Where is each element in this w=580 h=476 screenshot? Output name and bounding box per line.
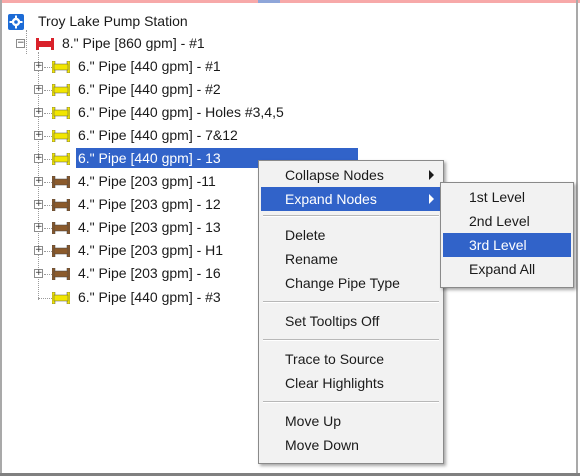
menu-item-collapse-nodes[interactable]: Collapse Nodes (261, 163, 441, 187)
tree-connector (44, 159, 52, 160)
tree-node-label: 6." Pipe [440 gpm] - #3 (78, 289, 221, 305)
tree-node-label: 4." Pipe [203 gpm] - 16 (78, 265, 221, 281)
menu-item-rename[interactable]: Rename (261, 247, 441, 271)
submenu-item-2nd-level[interactable]: 2nd Level (443, 209, 571, 233)
pipe-icon (52, 222, 70, 234)
tree-node-main-pipe-label: 8." Pipe [860 gpm] - #1 (62, 35, 205, 51)
pipe-icon (52, 107, 70, 119)
tree-node-label: 6." Pipe [440 gpm] - 7&12 (78, 127, 238, 143)
menu-item-expand-nodes[interactable]: Expand Nodes (261, 187, 441, 211)
expand-toggle-icon[interactable]: + (34, 154, 43, 163)
tree-connector (44, 228, 52, 229)
pipe-icon (52, 292, 70, 304)
submenu-item-expand-all[interactable]: Expand All (443, 257, 571, 281)
tree-connector (44, 274, 52, 275)
tree-node-label: 4." Pipe [203 gpm] - 12 (78, 196, 221, 212)
pipe-icon (52, 176, 70, 188)
menu-separator (263, 301, 439, 303)
menu-item-move-up[interactable]: Move Up (261, 409, 441, 433)
menu-item-delete[interactable]: Delete (261, 223, 441, 247)
menu-separator (263, 215, 439, 217)
pipe-icon (52, 245, 70, 257)
tree-node-label: 4." Pipe [203 gpm] -11 (78, 173, 216, 189)
menu-item-trace-to-source[interactable]: Trace to Source (261, 347, 441, 371)
expand-toggle-icon[interactable]: + (34, 108, 43, 117)
tree-connector (44, 90, 52, 91)
tree-node-root-label: Troy Lake Pump Station (38, 13, 188, 29)
tree-connector (44, 67, 52, 68)
expand-toggle-icon[interactable]: + (34, 177, 43, 186)
expand-toggle-icon[interactable]: + (34, 62, 43, 71)
menu-item-set-tooltips-off[interactable]: Set Tooltips Off (261, 309, 441, 333)
expand-nodes-submenu: 1st Level 2nd Level 3rd Level Expand All (440, 182, 574, 288)
gear-icon (8, 14, 24, 30)
menu-item-move-down[interactable]: Move Down (261, 433, 441, 457)
submenu-arrow-icon (429, 194, 434, 204)
pipe-icon (52, 130, 70, 142)
context-menu: Collapse Nodes Expand Nodes Delete Renam… (258, 160, 444, 464)
tree-node-label: 6." Pipe [440 gpm] - Holes #3,4,5 (78, 104, 284, 120)
tree-connector (44, 136, 52, 137)
menu-item-change-pipe-type[interactable]: Change Pipe Type (261, 271, 441, 295)
expand-toggle-icon[interactable]: + (34, 131, 43, 140)
submenu-item-1st-level[interactable]: 1st Level (443, 185, 571, 209)
tree-node-label: 6." Pipe [440 gpm] - #2 (78, 81, 221, 97)
tree-connector (38, 298, 52, 299)
expand-toggle-icon[interactable]: + (34, 223, 43, 232)
tree-node-label: 4." Pipe [203 gpm] - H1 (78, 242, 224, 258)
pipe-icon (52, 84, 70, 96)
expand-toggle-icon[interactable]: + (34, 200, 43, 209)
pipe-icon (52, 153, 70, 165)
pipe-icon (52, 268, 70, 280)
submenu-arrow-icon (429, 170, 434, 180)
red-pipe-icon (36, 38, 54, 50)
expand-toggle-icon[interactable]: + (34, 246, 43, 255)
pipe-icon (52, 61, 70, 73)
menu-item-clear-highlights[interactable]: Clear Highlights (261, 371, 441, 395)
menu-separator (263, 401, 439, 403)
tree-connector (44, 182, 52, 183)
tree-connector (26, 30, 27, 54)
submenu-item-3rd-level[interactable]: 3rd Level (443, 233, 571, 257)
collapse-toggle-icon[interactable]: − (16, 39, 25, 48)
tree-node-label: 4." Pipe [203 gpm] - 13 (78, 219, 221, 235)
expand-toggle-icon[interactable]: + (34, 85, 43, 94)
tree-connector (44, 251, 52, 252)
tree-connector (44, 205, 52, 206)
tree-connector (44, 113, 52, 114)
window-right-border (576, 0, 578, 476)
expand-toggle-icon[interactable]: + (34, 269, 43, 278)
menu-separator (263, 339, 439, 341)
tree-node-label: 6." Pipe [440 gpm] - #1 (78, 58, 221, 74)
pipe-icon (52, 199, 70, 211)
